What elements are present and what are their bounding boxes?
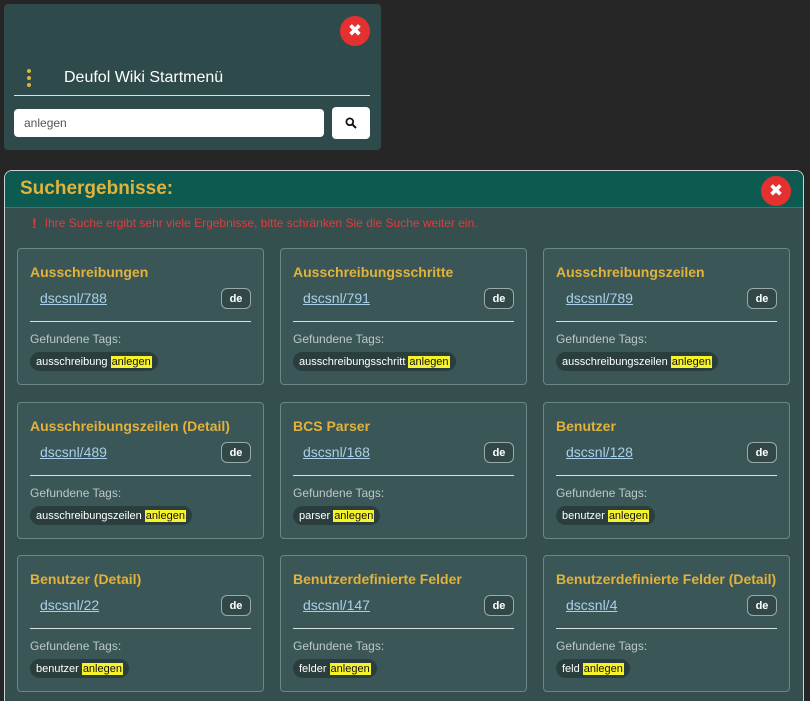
card-divider xyxy=(30,321,251,322)
search-results-panel: Suchergebnisse: ✖ ! Ihre Suche ergibt se… xyxy=(4,170,804,701)
found-tags-label: Gefundene Tags: xyxy=(293,486,385,500)
language-badge[interactable]: de xyxy=(747,288,777,309)
result-card-link[interactable]: dscsnl/168 xyxy=(303,444,370,460)
found-tags-label: Gefundene Tags: xyxy=(30,332,122,346)
search-button[interactable] xyxy=(332,107,370,139)
results-header: Suchergebnisse: xyxy=(5,171,803,208)
tag-word: ausschreibungszeilen xyxy=(562,355,668,368)
tag-chip: benutzer anlegen xyxy=(556,506,655,525)
tag-word: ausschreibungsschritt xyxy=(299,355,406,368)
tag-word: feld xyxy=(562,662,580,675)
result-card-title: Benutzerdefinierte Felder xyxy=(293,571,462,587)
tag-chip: felder anlegen xyxy=(293,659,377,678)
found-tags-label: Gefundene Tags: xyxy=(30,639,122,653)
tag-chip: ausschreibung anlegen xyxy=(30,352,158,371)
result-card: Ausschreibungsschritte dscsnl/791 de Gefund… xyxy=(280,248,527,385)
close-icon: ✖ xyxy=(347,21,363,41)
result-card: Ausschreibungszeilen (Detail) dscsnl/489 d… xyxy=(17,402,264,539)
tag-chip: ausschreibungsschritt anlegen xyxy=(293,352,456,371)
search-icon xyxy=(345,117,357,129)
language-badge[interactable]: de xyxy=(221,442,251,463)
result-card-title: Ausschreibungen xyxy=(30,264,149,280)
tag-highlight: anlegen xyxy=(582,662,624,675)
result-card: Ausschreibungen dscsnl/788 de Gefundene Tag… xyxy=(17,248,264,385)
menu-header: Deufol Wiki Startmenü xyxy=(14,66,370,96)
language-badge[interactable]: de xyxy=(221,288,251,309)
kebab-menu-icon[interactable] xyxy=(14,68,44,87)
card-divider xyxy=(556,321,777,322)
tag-highlight: anlegen xyxy=(607,509,649,522)
tag-word: benutzer xyxy=(562,509,605,522)
card-divider xyxy=(30,475,251,476)
language-badge[interactable]: de xyxy=(747,442,777,463)
language-badge[interactable]: de xyxy=(484,288,514,309)
found-tags-label: Gefundene Tags: xyxy=(30,486,122,500)
start-menu-panel: ✖ Deufol Wiki Startmenü xyxy=(4,4,381,150)
found-tags-label: Gefundene Tags: xyxy=(556,332,648,346)
result-card: Benutzerdefinierte Felder (Detail) dscsnl… xyxy=(543,555,790,692)
result-card-link[interactable]: dscsnl/147 xyxy=(303,597,370,613)
found-tags-label: Gefundene Tags: xyxy=(556,486,648,500)
card-divider xyxy=(556,628,777,629)
language-badge[interactable]: de xyxy=(484,595,514,616)
result-card: Benutzer (Detail) dscsnl/22 de Gefundene Ta… xyxy=(17,555,264,692)
found-tags-label: Gefundene Tags: xyxy=(556,639,648,653)
result-card-title: Ausschreibungsschritte xyxy=(293,264,454,280)
tag-word: felder xyxy=(299,662,327,675)
tag-highlight: anlegen xyxy=(144,509,186,522)
result-card-title: Benutzer (Detail) xyxy=(30,571,142,587)
results-warning: ! Ihre Suche ergibt sehr viele Ergebniss… xyxy=(32,215,478,231)
tag-highlight: anlegen xyxy=(408,355,450,368)
close-icon: ✖ xyxy=(768,181,784,201)
tag-highlight: anlegen xyxy=(110,355,152,368)
language-badge[interactable]: de xyxy=(221,595,251,616)
results-close-button[interactable]: ✖ xyxy=(761,176,791,206)
card-divider xyxy=(293,628,514,629)
found-tags-label: Gefundene Tags: xyxy=(293,639,385,653)
result-card-title: Ausschreibungszeilen (Detail) xyxy=(30,418,230,434)
result-card-link[interactable]: dscsnl/791 xyxy=(303,290,370,306)
result-card-link[interactable]: dscsnl/789 xyxy=(566,290,633,306)
result-card: BCS Parser dscsnl/168 de Gefundene Tags: par… xyxy=(280,402,527,539)
tag-chip: feld anlegen xyxy=(556,659,630,678)
card-divider xyxy=(293,321,514,322)
tag-word: ausschreibung xyxy=(36,355,108,368)
menu-title: Deufol Wiki Startmenü xyxy=(64,68,224,86)
tag-highlight: anlegen xyxy=(670,355,712,368)
result-card-link[interactable]: dscsnl/489 xyxy=(40,444,107,460)
result-card-link[interactable]: dscsnl/788 xyxy=(40,290,107,306)
language-badge[interactable]: de xyxy=(747,595,777,616)
result-card: Ausschreibungszeilen dscsnl/789 de Gefunden… xyxy=(543,248,790,385)
result-card-link[interactable]: dscsnl/4 xyxy=(566,597,617,613)
tag-chip: parser anlegen xyxy=(293,506,381,525)
tag-chip: ausschreibungszeilen anlegen xyxy=(556,352,718,371)
result-card-title: Benutzerdefinierte Felder (Detail) xyxy=(556,571,777,587)
result-card-link[interactable]: dscsnl/128 xyxy=(566,444,633,460)
tag-word: ausschreibungszeilen xyxy=(36,509,142,522)
tag-chip: ausschreibungszeilen anlegen xyxy=(30,506,192,525)
card-divider xyxy=(556,475,777,476)
language-badge[interactable]: de xyxy=(484,442,514,463)
found-tags-label: Gefundene Tags: xyxy=(293,332,385,346)
result-card-title: Benutzer xyxy=(556,418,616,434)
result-card-link[interactable]: dscsnl/22 xyxy=(40,597,99,613)
tag-highlight: anlegen xyxy=(81,662,123,675)
result-card-title: BCS Parser xyxy=(293,418,371,434)
menu-close-button[interactable]: ✖ xyxy=(340,16,370,46)
results-title: Suchergebnisse: xyxy=(20,178,174,199)
tag-word: parser xyxy=(299,509,331,522)
tag-highlight: anlegen xyxy=(329,662,371,675)
warning-text: Ihre Suche ergibt sehr viele Ergebnisse,… xyxy=(44,216,478,230)
result-card: Benutzerdefinierte Felder dscsnl/147 de Gef… xyxy=(280,555,527,692)
tag-word: benutzer xyxy=(36,662,79,675)
card-divider xyxy=(293,475,514,476)
result-card: Benutzer dscsnl/128 de Gefundene Tags: benut… xyxy=(543,402,790,539)
search-input[interactable] xyxy=(14,109,324,137)
warning-icon: ! xyxy=(32,215,37,231)
card-divider xyxy=(30,628,251,629)
tag-chip: benutzer anlegen xyxy=(30,659,129,678)
tag-highlight: anlegen xyxy=(333,509,375,522)
result-card-title: Ausschreibungszeilen xyxy=(556,264,705,280)
